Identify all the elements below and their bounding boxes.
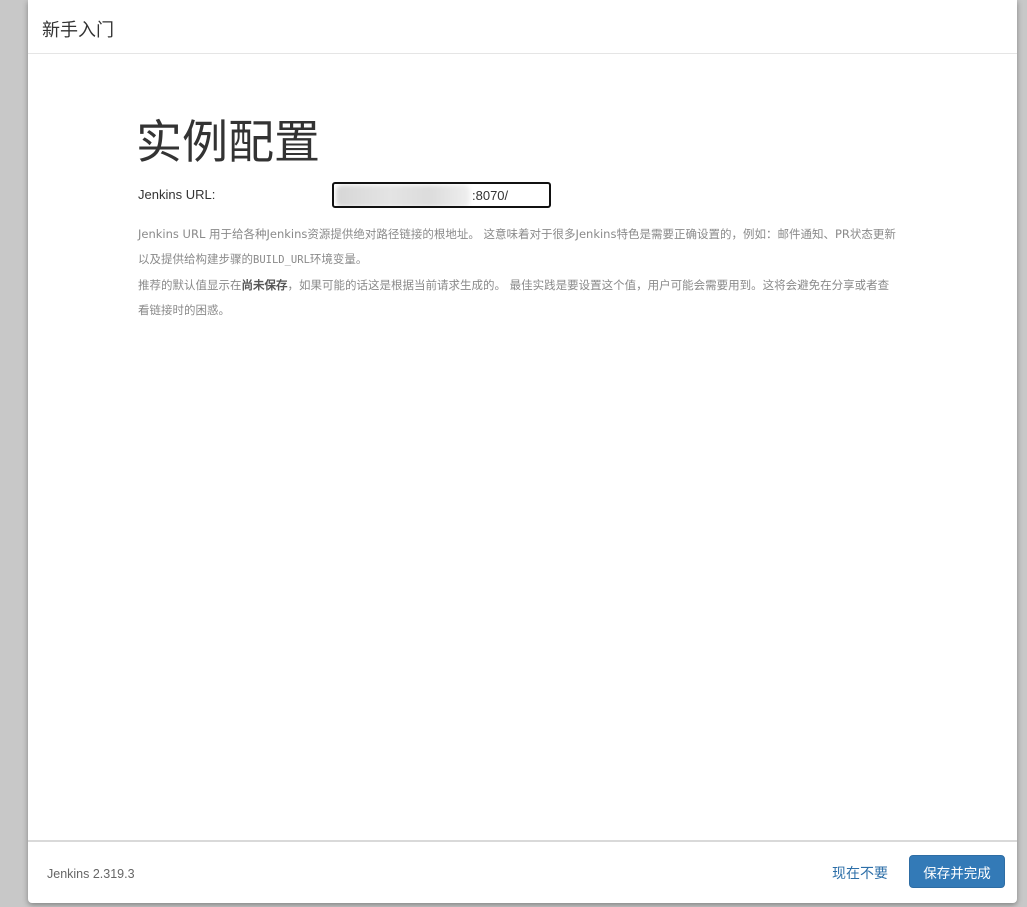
- jenkins-url-row: Jenkins URL:: [138, 182, 558, 210]
- dialog-title: 新手入门: [42, 20, 114, 41]
- help-text-1b: 环境变量。: [309, 252, 368, 266]
- jenkins-version: Jenkins 2.319.3: [47, 867, 135, 881]
- not-saved-emphasis: 尚未保存: [241, 278, 288, 292]
- help-paragraph-2: 推荐的默认值显示在尚未保存，如果可能的话这是根据当前请求生成的。 最佳实践是要设…: [138, 273, 900, 323]
- page-title: 实例配置: [136, 115, 320, 169]
- jenkins-url-input[interactable]: [334, 184, 549, 206]
- help-text: Jenkins URL 用于给各种Jenkins资源提供绝对路径链接的根地址。 …: [138, 222, 900, 323]
- setup-wizard-dialog: 新手入门 实例配置 Jenkins URL: Jenkins URL 用于给各种…: [28, 0, 1017, 903]
- jenkins-url-label: Jenkins URL:: [138, 187, 216, 202]
- help-text-2a: 推荐的默认值显示在: [138, 278, 242, 292]
- jenkins-url-field-wrapper: [332, 182, 551, 208]
- help-paragraph-1: Jenkins URL 用于给各种Jenkins资源提供绝对路径链接的根地址。 …: [138, 222, 900, 273]
- dialog-footer: Jenkins 2.319.3 现在不要 保存并完成: [28, 840, 1017, 903]
- help-text-1a: Jenkins URL 用于给各种Jenkins资源提供绝对路径链接的根地址。 …: [138, 227, 896, 266]
- skip-button[interactable]: 现在不要: [832, 863, 888, 883]
- build-url-code: BUILD_URL: [253, 254, 310, 266]
- dialog-header: 新手入门: [28, 0, 1017, 54]
- dialog-body: 实例配置 Jenkins URL: Jenkins URL 用于给各种Jenki…: [28, 54, 1017, 841]
- save-and-finish-button[interactable]: 保存并完成: [909, 855, 1005, 888]
